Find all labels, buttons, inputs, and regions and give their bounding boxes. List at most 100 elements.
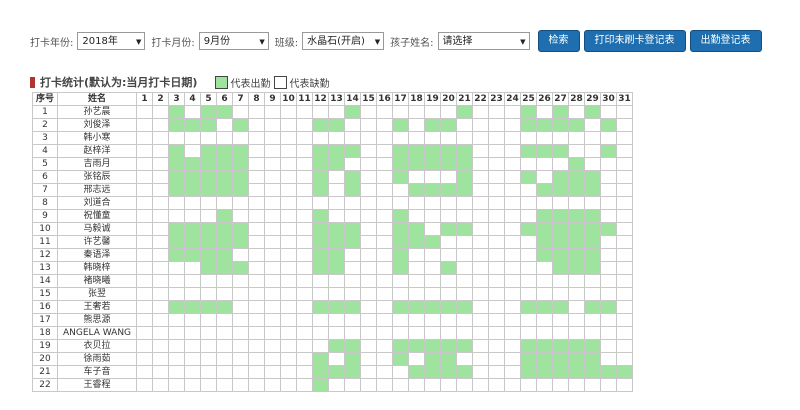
class-select[interactable]: 水晶石(开启) ▼: [302, 32, 385, 50]
present-cell: [600, 222, 617, 236]
absent-cell: [424, 287, 441, 301]
absent-cell: [616, 222, 633, 236]
day-header: 5: [200, 92, 217, 106]
row-name: 秦语泽: [57, 248, 137, 262]
month-select[interactable]: 9月份 ▼: [198, 32, 269, 50]
absent-cell: [152, 365, 169, 379]
present-cell: [200, 170, 217, 184]
present-cell: [168, 118, 185, 132]
absent-cell: [456, 248, 473, 262]
absent-cell: [280, 287, 297, 301]
absent-cell: [440, 196, 457, 210]
present-cell: [168, 248, 185, 262]
absent-cell: [488, 144, 505, 158]
absent-cell: [200, 365, 217, 379]
present-cell: [232, 157, 249, 171]
year-select-value: 2018年: [82, 36, 118, 47]
absent-cell: [488, 339, 505, 353]
child-select[interactable]: 请选择 ▼: [437, 32, 530, 50]
absent-cell: [488, 170, 505, 184]
row-name: 徐雨茹: [57, 352, 137, 366]
absent-cell: [520, 274, 537, 288]
absent-cell: [616, 196, 633, 210]
absent-cell: [536, 326, 553, 340]
absent-cell: [200, 131, 217, 145]
present-cell: [520, 170, 537, 184]
present-cell: [424, 235, 441, 249]
absent-cell: [184, 196, 201, 210]
absent-cell: [152, 131, 169, 145]
table-row: 1 孙艺晨: [32, 105, 633, 119]
day-header: 29: [584, 92, 601, 106]
present-cell: [536, 235, 553, 249]
present-cell: [344, 300, 361, 314]
present-cell: [200, 183, 217, 197]
absent-cell: [440, 287, 457, 301]
absent-cell: [456, 287, 473, 301]
present-cell: [328, 300, 345, 314]
absent-cell: [344, 248, 361, 262]
absent-cell: [344, 157, 361, 171]
absent-cell: [168, 352, 185, 366]
row-index: 2: [32, 118, 58, 132]
absent-cell: [296, 261, 313, 275]
present-cell: [568, 209, 585, 223]
absent-cell: [360, 287, 377, 301]
table-row: 18 ANGELA WANG: [32, 326, 633, 340]
search-button[interactable]: 检索: [537, 30, 580, 52]
print-missed-button[interactable]: 打印未刷卡登记表: [583, 30, 686, 52]
absent-cell: [328, 105, 345, 119]
row-index: 14: [32, 274, 58, 288]
absent-cell: [488, 222, 505, 236]
absent-cell: [136, 365, 153, 379]
present-cell: [568, 352, 585, 366]
present-cell: [184, 183, 201, 197]
absent-cell: [376, 157, 393, 171]
absent-cell: [488, 235, 505, 249]
absent-cell: [248, 300, 265, 314]
row-name: 褚晓曦: [57, 274, 137, 288]
absent-cell: [184, 144, 201, 158]
present-cell: [344, 170, 361, 184]
absent-cell: [472, 222, 489, 236]
absent-cell: [472, 235, 489, 249]
absent-cell: [584, 326, 601, 340]
present-cell: [344, 339, 361, 353]
absent-cell: [152, 313, 169, 327]
absent-cell: [376, 300, 393, 314]
absent-cell: [232, 105, 249, 119]
absent-cell: [408, 352, 425, 366]
absent-cell: [376, 183, 393, 197]
absent-cell: [456, 261, 473, 275]
absent-cell: [296, 105, 313, 119]
absent-cell: [264, 235, 281, 249]
absent-cell: [376, 209, 393, 223]
day-header: 8: [248, 92, 265, 106]
absent-cell: [280, 261, 297, 275]
absent-cell: [376, 196, 393, 210]
present-cell: [536, 209, 553, 223]
title-marker-icon: [30, 76, 35, 88]
present-cell: [392, 261, 409, 275]
present-cell: [312, 222, 329, 236]
present-cell: [584, 183, 601, 197]
absent-cell: [504, 378, 521, 392]
present-cell: [424, 144, 441, 158]
absent-cell: [312, 287, 329, 301]
absent-cell: [456, 209, 473, 223]
absent-cell: [296, 235, 313, 249]
absent-cell: [440, 209, 457, 223]
absent-cell: [504, 222, 521, 236]
row-name: 孙艺晨: [57, 105, 137, 119]
attendance-button[interactable]: 出勤登记表: [689, 30, 762, 52]
absent-cell: [536, 170, 553, 184]
absent-cell: [504, 261, 521, 275]
absent-cell: [456, 196, 473, 210]
row-index: 7: [32, 183, 58, 197]
absent-cell: [472, 183, 489, 197]
present-cell: [616, 365, 633, 379]
year-select[interactable]: 2018年 ▼: [77, 32, 146, 50]
present-cell: [392, 248, 409, 262]
absent-cell: [488, 209, 505, 223]
absent-cell: [280, 274, 297, 288]
